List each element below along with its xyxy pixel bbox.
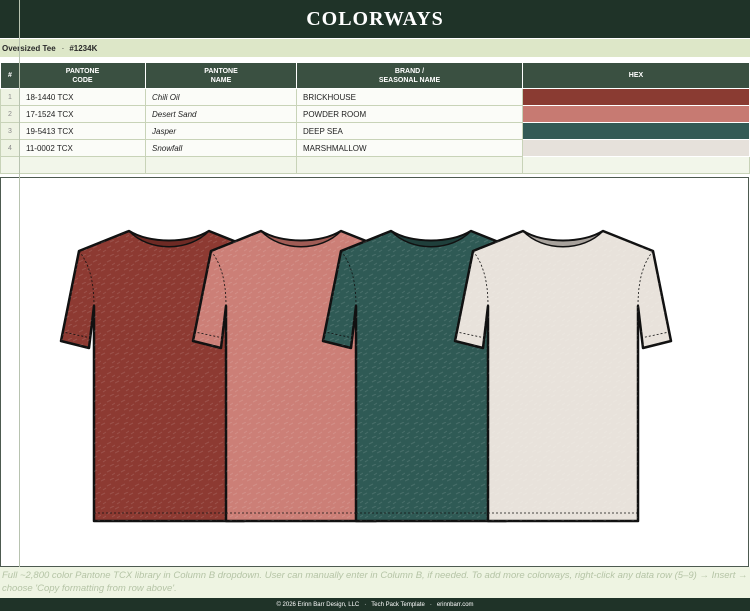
hex-swatch-cell[interactable] (522, 139, 750, 157)
hex-swatch-cell[interactable] (522, 122, 750, 140)
footer: © 2026 Erinn Barr Design, LLC · Tech Pac… (0, 598, 750, 611)
separator-dot: · (61, 43, 65, 53)
sketch-frame (0, 177, 749, 567)
hex-swatch-cell[interactable] (522, 105, 750, 123)
pantone-name-cell[interactable]: Jasper (145, 122, 297, 140)
column-header-pantone-code[interactable]: PANTONE CODE (19, 62, 146, 89)
style-name: Oversized Tee (2, 43, 56, 53)
brand-name-cell[interactable]: POWDER ROOM (296, 105, 523, 123)
table-header-row: # PANTONE CODE PANTONE NAME BRAND / SEASONA… (0, 62, 750, 89)
column-gridline (19, 0, 20, 611)
style-info-bar: Oversized Tee · #1234K (0, 39, 750, 57)
footer-copyright: © 2026 Erinn Barr Design, LLC (276, 601, 360, 608)
column-header-pantone-name[interactable]: PANTONE NAME (145, 62, 297, 89)
brand-name-cell[interactable] (296, 156, 523, 174)
separator-dot: · (364, 601, 367, 608)
footer-template: Tech Pack Template (371, 601, 425, 608)
pantone-code-cell[interactable]: 17-1524 TCX (19, 105, 146, 123)
row-number[interactable] (0, 156, 20, 174)
brand-name-cell[interactable]: DEEP SEA (296, 122, 523, 140)
row-number[interactable]: 4 (0, 139, 20, 157)
brand-name-cell[interactable]: BRICKHOUSE (296, 88, 523, 106)
column-header-hex[interactable]: HEX (522, 62, 750, 89)
footer-site-link[interactable]: erinnbarr.com (437, 602, 474, 608)
row-number[interactable]: 2 (0, 105, 20, 123)
pantone-code-cell[interactable]: 11-0002 TCX (19, 139, 146, 157)
tee-sketch-marshmallow (453, 229, 673, 523)
instruction-note: Full ~2,800 color Pantone TCX library in… (0, 567, 750, 598)
pantone-name-cell[interactable]: Desert Sand (145, 105, 297, 123)
empty-table-row (0, 156, 750, 174)
pantone-name-cell[interactable]: Chili Oil (145, 88, 297, 106)
tee-sketch-group (59, 229, 673, 523)
style-number: #1234K (69, 43, 98, 53)
table-row: 4 11-0002 TCX Snowfall MARSHMALLOW (0, 139, 750, 157)
pantone-name-cell[interactable] (145, 156, 297, 174)
row-number[interactable]: 3 (0, 122, 20, 140)
tee-sketches-canvas (59, 229, 673, 523)
hex-swatch-cell[interactable] (522, 88, 750, 106)
pantone-code-cell[interactable]: 18-1440 TCX (19, 88, 146, 106)
separator-dot: · (429, 601, 432, 608)
table-row: 3 19-5413 TCX Jasper DEEP SEA (0, 122, 750, 140)
colorways-table: # PANTONE CODE PANTONE NAME BRAND / SEASONA… (0, 62, 750, 174)
row-number[interactable]: 1 (0, 88, 20, 106)
pantone-code-cell[interactable]: 19-5413 TCX (19, 122, 146, 140)
column-header-number[interactable]: # (0, 62, 20, 89)
page-title: COLORWAYS (0, 0, 750, 38)
pantone-name-cell[interactable]: Snowfall (145, 139, 297, 157)
brand-name-cell[interactable]: MARSHMALLOW (296, 139, 523, 157)
pantone-code-cell[interactable] (19, 156, 146, 174)
table-row: 1 18-1440 TCX Chili Oil BRICKHOUSE (0, 88, 750, 106)
table-row: 2 17-1524 TCX Desert Sand POWDER ROOM (0, 105, 750, 123)
hex-swatch-cell[interactable] (522, 156, 750, 174)
column-header-brand-name[interactable]: BRAND / SEASONAL NAME (296, 62, 523, 89)
